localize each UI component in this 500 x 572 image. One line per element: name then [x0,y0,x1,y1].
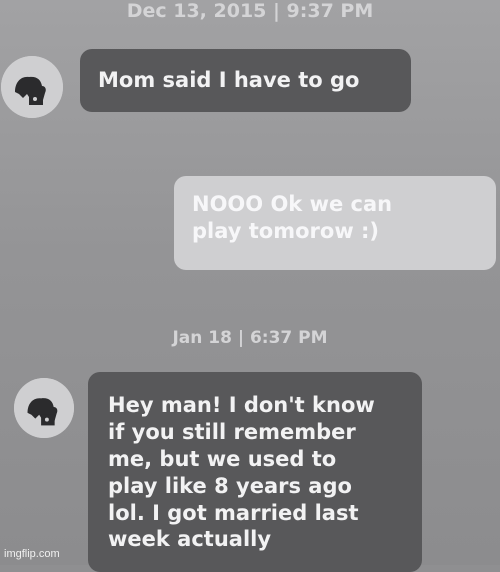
timestamp: Jan 18 | 6:37 PM [0,328,500,348]
message-text-line: if you still remember [108,419,356,444]
avatar-figure-icon [1,56,63,118]
avatar-icon[interactable] [1,56,63,118]
message-text-line: NOOO Ok we can [192,192,393,216]
message-text-line: play tomorow :) [192,218,380,243]
avatar-figure-icon [14,378,74,438]
received-message-bubble[interactable]: Hey man! I don't know if you still remem… [88,372,422,572]
timestamp-text: Jan 18 | 6:37 PM [172,328,328,348]
message-text-line: week actually [108,527,272,552]
watermark: imgflip.com [4,548,60,560]
message-text-line: me, but we used to [108,446,337,471]
message-thread: Dec 13, 2015 | 9:37 PM Mom said I have t… [0,0,500,572]
sent-message-bubble[interactable]: NOOO Ok we can play tomorow :) [174,176,496,270]
message-text-line: Hey man! I don't know [108,393,375,417]
avatar-icon[interactable] [14,378,74,438]
message-text-line: lol. I got married last [108,500,359,525]
message-text-line: play like 8 years ago [108,473,352,498]
timestamp: Dec 13, 2015 | 9:37 PM [0,0,500,22]
received-message-bubble[interactable]: Mom said I have to go [80,49,411,112]
message-text: Mom said I have to go [98,68,360,92]
timestamp-text: Dec 13, 2015 | 9:37 PM [126,0,374,22]
